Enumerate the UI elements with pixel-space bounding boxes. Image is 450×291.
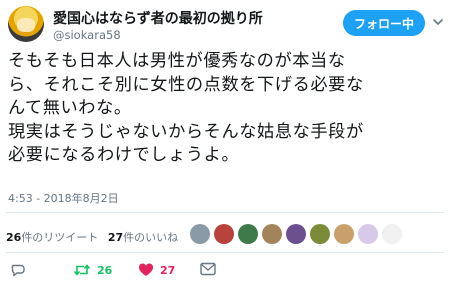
direct-message-button[interactable] (200, 262, 216, 276)
tweet-line: 現実はそうじゃないからそんな姑息な手段が (8, 121, 364, 142)
retweet-stat-label: 件のリツイート (21, 231, 99, 244)
engagement-stats: 26件のリツイート 27件のいいね (6, 229, 178, 245)
divider (6, 252, 444, 253)
display-name[interactable]: 愛国心はならず者の最初の拠り所 (53, 8, 263, 28)
like-button[interactable]: 27 (138, 262, 175, 278)
liker-avatar[interactable] (190, 224, 210, 244)
like-stat[interactable]: 27件のいいね (108, 231, 178, 244)
tweet-actions: 26 27 (0, 262, 450, 282)
liker-avatar[interactable] (286, 224, 306, 244)
retweet-stat[interactable]: 26件のリツイート (6, 231, 98, 244)
liker-avatar[interactable] (334, 224, 354, 244)
like-stat-label: 件のいいね (123, 231, 179, 244)
reply-icon (11, 264, 25, 277)
like-stat-count: 27 (107, 231, 124, 244)
retweet-stat-count: 26 (6, 231, 22, 244)
divider (6, 212, 444, 213)
retweet-icon (73, 264, 91, 276)
retweet-button[interactable]: 26 (73, 262, 112, 278)
reply-button[interactable] (10, 262, 32, 278)
liker-avatar[interactable] (262, 224, 282, 244)
tweet-line: そもそも日本人は男性が優秀なのが本当な (8, 51, 346, 71)
tweet-line: 必要になるわけでしょうよ。 (8, 145, 240, 165)
avatar[interactable] (8, 6, 44, 42)
heart-icon (139, 263, 153, 276)
liker-avatar[interactable] (214, 224, 234, 244)
like-count: 27 (160, 263, 176, 277)
tweet-line: ら、それこそ別に女性の点数を下げる必要な (8, 74, 364, 95)
liker-avatar[interactable] (358, 224, 378, 244)
tweet-timestamp[interactable]: 4:53 - 2018年8月2日 (8, 190, 119, 206)
mail-icon (200, 262, 216, 276)
tweet-text: そもそも日本人は男性が優秀なのが本当な ら、それこそ別に女性の点数を下げる必要な… (8, 50, 444, 168)
liker-avatars (190, 224, 405, 246)
tweet-header: 愛国心はならず者の最初の拠り所 @siokara58 フォロー中 (0, 0, 450, 48)
retweet-count: 26 (97, 263, 113, 277)
user-handle[interactable]: @siokara58 (53, 28, 121, 42)
chevron-down-icon[interactable] (432, 16, 444, 28)
following-button[interactable]: フォロー中 (343, 10, 425, 36)
liker-avatar[interactable] (238, 224, 258, 244)
tweet-line: んて無いわな。 (8, 98, 132, 118)
liker-avatar[interactable] (310, 224, 330, 244)
liker-avatar[interactable] (382, 224, 402, 244)
